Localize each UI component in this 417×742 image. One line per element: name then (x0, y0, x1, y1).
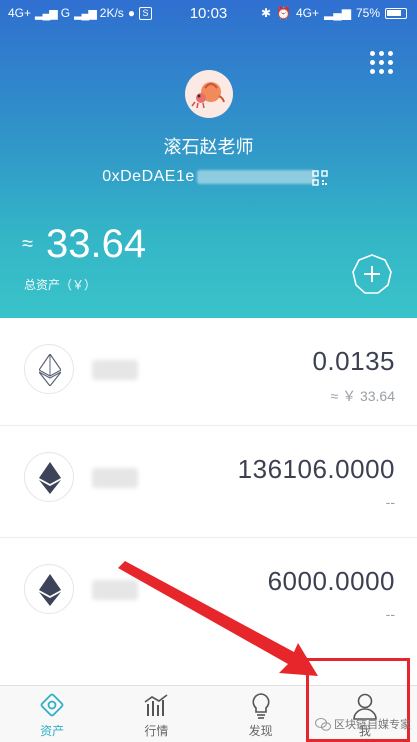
nav-item-assets[interactable]: 资产 (0, 686, 104, 742)
menu-grid-icon[interactable] (369, 50, 393, 74)
hermit-crab-avatar-icon (191, 82, 225, 109)
watermark-text: 区块链自媒专家 (334, 719, 411, 731)
nav-label-assets: 资产 (40, 724, 65, 738)
wechat-icon (315, 717, 331, 731)
wallet-address[interactable]: 0xDeDAE1e (102, 168, 195, 185)
token-name-redaction (92, 360, 138, 380)
asset-fiat-value: ≈ ￥ 33.64 (330, 388, 396, 404)
bluetooth-icon: ✱ (260, 6, 272, 20)
alarm-icon: ⏰ (276, 6, 291, 20)
wallet-icon (40, 693, 64, 717)
status-bar: 4G+ ▂▄▆ G ▂▄▆ 2K/s ● S 10:03 ✱ ⏰ 4G+ ▂▄▆… (0, 0, 417, 28)
qr-code-icon[interactable] (312, 170, 328, 186)
battery-icon (385, 7, 407, 19)
status-right: ✱ ⏰ 4G+ ▂▄▆ 75% (261, 6, 407, 20)
asset-row[interactable]: 0.0135 ≈ ￥ 33.64 (0, 318, 417, 426)
asset-amount: 136106.0000 (237, 454, 395, 484)
total-balance-label: 总资产（￥） (24, 278, 97, 292)
signal-icon-3: ▂▄▆ (324, 6, 351, 20)
bottom-nav: 资产 行情 发现 我 (0, 685, 417, 742)
add-token-button[interactable] (352, 254, 392, 294)
eth-icon (24, 564, 74, 614)
watermark: 区块链自媒专家 (315, 716, 411, 732)
nav-label-market: 行情 (144, 724, 169, 738)
network-indicator-right: 4G+ (295, 6, 319, 20)
address-redaction (196, 169, 315, 184)
token-name-redaction (92, 580, 138, 600)
asset-fiat-value: -- (385, 494, 395, 510)
chart-icon (144, 694, 168, 716)
wallet-address-row[interactable]: 0xDeDAE1e (0, 168, 417, 186)
asset-amount: 6000.0000 (267, 566, 395, 596)
eth-icon (24, 452, 74, 502)
lightbulb-icon (252, 693, 270, 719)
eth-icon (24, 344, 74, 394)
nav-item-me[interactable]: 我 (313, 686, 417, 742)
token-name-redaction (92, 468, 138, 488)
asset-fiat-value: -- (385, 606, 395, 622)
asset-list: 0.0135 ≈ ￥ 33.64 136106.0000 -- 6000.000… (0, 318, 417, 652)
asset-row[interactable]: 6000.0000 -- (0, 538, 417, 652)
wallet-header: 4G+ ▂▄▆ G ▂▄▆ 2K/s ● S 10:03 ✱ ⏰ 4G+ ▂▄▆… (0, 0, 417, 318)
battery-percent: 75% (355, 6, 380, 20)
nav-item-discover[interactable]: 发现 (209, 686, 313, 742)
wallet-name: 滚石赵老师 (163, 137, 254, 157)
total-approx-sign: ≈ (22, 233, 33, 255)
nav-label-discover: 发现 (248, 724, 273, 738)
asset-row[interactable]: 136106.0000 -- (0, 426, 417, 538)
total-balance: 33.64 (46, 222, 147, 266)
asset-amount: 0.0135 (312, 346, 395, 376)
nav-item-market[interactable]: 行情 (104, 686, 208, 742)
avatar[interactable] (185, 70, 233, 118)
